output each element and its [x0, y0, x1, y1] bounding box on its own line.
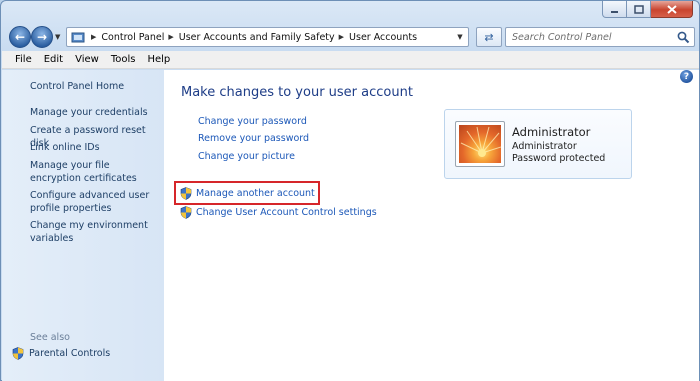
advanced-profile-properties-link[interactable]: Configure advanced user profile properti… — [30, 190, 160, 215]
minimize-button[interactable] — [602, 1, 627, 18]
breadcrumb-arrow-icon[interactable]: ▶ — [339, 33, 344, 41]
uac-shield-icon — [180, 187, 192, 200]
control-panel-home-link[interactable]: Control Panel Home — [30, 81, 160, 94]
breadcrumb-user-accounts[interactable]: User Accounts — [349, 32, 417, 43]
menu-edit[interactable]: Edit — [38, 54, 69, 65]
link-online-ids-link[interactable]: Link online IDs — [30, 142, 160, 155]
uac-settings-link[interactable]: Change User Account Control settings — [180, 206, 377, 219]
uac-shield-icon — [180, 206, 192, 219]
manage-another-account-link[interactable]: Manage another account — [180, 187, 315, 200]
flower-picture-icon — [459, 125, 501, 163]
back-button[interactable]: ← — [9, 26, 31, 48]
menu-bar: File Edit View Tools Help — [2, 51, 699, 69]
uac-shield-icon — [12, 347, 24, 360]
task-sidebar: Control Panel Home Manage your credentia… — [2, 70, 164, 381]
breadcrumb: Control Panel ▶ User Accounts and Family… — [101, 32, 417, 43]
environment-variables-link[interactable]: Change my environment variables — [30, 220, 160, 245]
menu-file[interactable]: File — [2, 54, 38, 65]
control-panel-icon — [69, 28, 87, 46]
account-name: Administrator — [512, 125, 591, 139]
uac-settings-label: Change User Account Control settings — [196, 207, 377, 218]
menu-help[interactable]: Help — [141, 54, 176, 65]
change-password-link[interactable]: Change your password — [198, 116, 307, 127]
address-dropdown-icon[interactable]: ▼ — [452, 28, 468, 46]
refresh-button[interactable]: ⇄ — [476, 27, 502, 47]
manage-another-account-label: Manage another account — [196, 188, 315, 199]
explorer-window: ← → ▼ ▶ Control Panel ▶ User Accounts an… — [0, 0, 700, 381]
search-icon[interactable] — [677, 31, 690, 44]
minimize-icon — [611, 10, 618, 13]
page-title: Make changes to your user account — [181, 85, 413, 100]
breadcrumb-control-panel[interactable]: Control Panel — [101, 32, 164, 43]
back-arrow-icon: ← — [14, 30, 26, 44]
maximize-button[interactable] — [627, 1, 651, 18]
remove-password-link[interactable]: Remove your password — [198, 133, 309, 144]
parental-controls-link[interactable]: Parental Controls — [12, 347, 110, 360]
account-tile: Administrator Administrator Password pro… — [444, 109, 632, 179]
menu-view[interactable]: View — [69, 54, 105, 65]
account-picture — [455, 121, 505, 167]
breadcrumb-user-accounts-family-safety[interactable]: User Accounts and Family Safety — [179, 32, 335, 43]
recent-pages-chevron-icon[interactable]: ▼ — [55, 33, 60, 41]
refresh-icon: ⇄ — [484, 30, 494, 44]
parental-controls-label: Parental Controls — [29, 348, 111, 359]
forward-button[interactable]: → — [31, 26, 53, 48]
account-status: Password protected — [512, 153, 606, 164]
account-type: Administrator — [512, 141, 577, 152]
maximize-icon — [633, 4, 644, 14]
change-picture-link[interactable]: Change your picture — [198, 151, 295, 162]
help-icon[interactable]: ? — [680, 70, 693, 83]
search-box[interactable] — [505, 27, 695, 47]
close-icon — [666, 4, 677, 14]
breadcrumb-arrow-icon[interactable]: ▶ — [91, 33, 96, 41]
forward-arrow-icon: → — [36, 30, 48, 44]
breadcrumb-arrow-icon[interactable]: ▶ — [168, 33, 173, 41]
see-also-label: See also — [30, 332, 70, 343]
close-button[interactable] — [651, 1, 693, 18]
manage-credentials-link[interactable]: Manage your credentials — [30, 107, 160, 120]
menu-tools[interactable]: Tools — [105, 54, 142, 65]
manage-file-encryption-link[interactable]: Manage your file encryption certificates — [30, 160, 160, 185]
address-bar[interactable]: ▶ Control Panel ▶ User Accounts and Fami… — [66, 27, 469, 47]
navigation-bar: ← → ▼ ▶ Control Panel ▶ User Accounts an… — [7, 25, 695, 49]
search-input[interactable] — [512, 29, 680, 45]
caption-buttons — [602, 1, 693, 18]
main-content: ? Make changes to your user account Chan… — [164, 70, 699, 381]
